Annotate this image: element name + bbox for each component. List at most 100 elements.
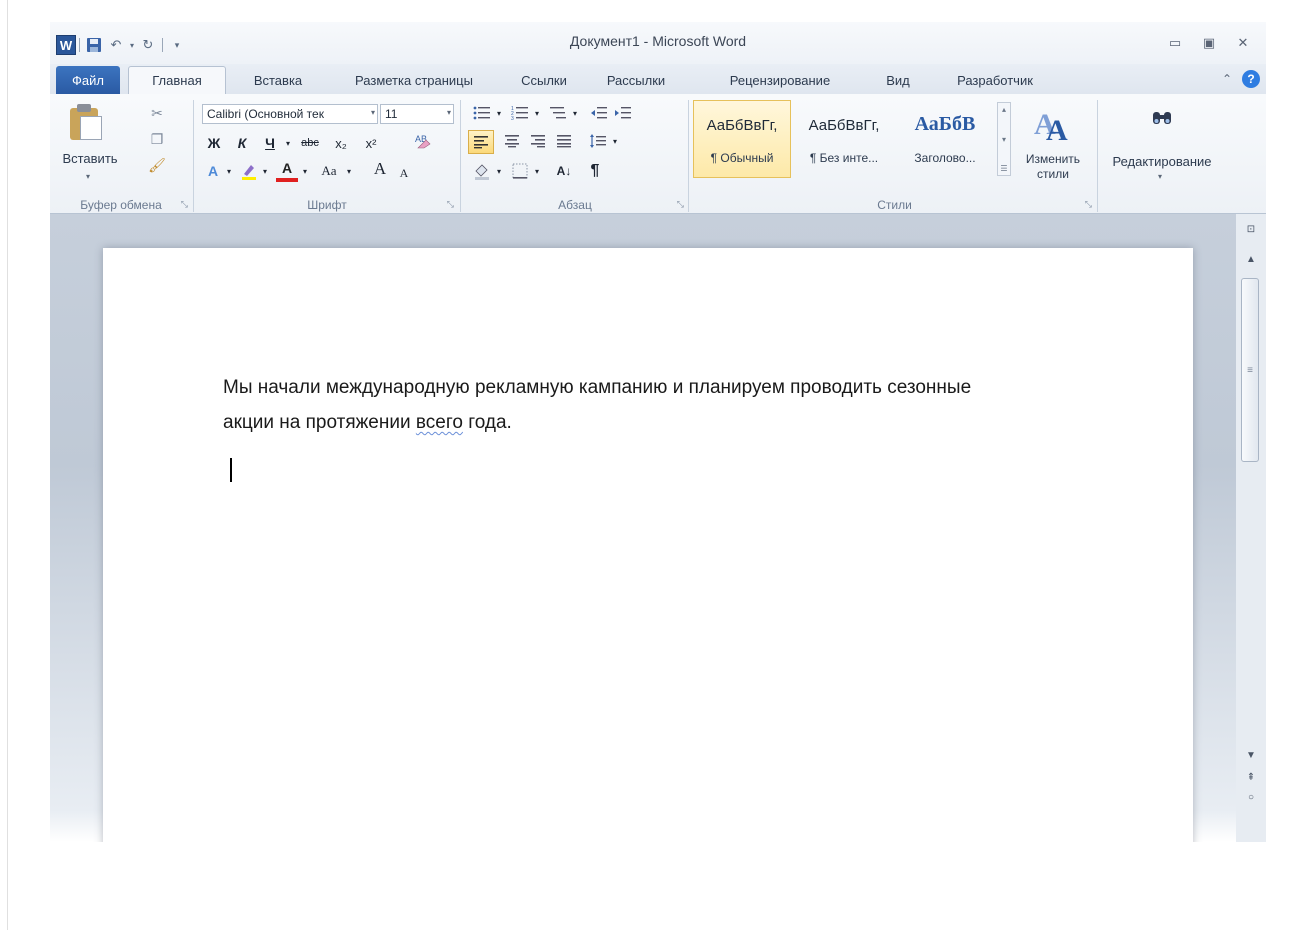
svg-text:3: 3 xyxy=(511,116,514,121)
chevron-down-icon[interactable]: ▾ xyxy=(494,102,504,124)
minimize-ribbon-icon[interactable]: ⌃ xyxy=(1222,72,1232,86)
underline-button[interactable]: Ч xyxy=(258,132,282,154)
chevron-down-icon[interactable]: ▾ xyxy=(282,132,294,154)
clear-formatting-icon[interactable]: AB xyxy=(410,130,436,152)
tab-insert[interactable]: Вставка xyxy=(238,66,318,94)
style-normal[interactable]: АаБбВвГг, ¶ Обычный xyxy=(693,100,791,178)
format-painter-icon[interactable]: 🖌 xyxy=(148,156,166,174)
clipboard-icon xyxy=(68,102,104,142)
cut-icon[interactable]: ✂ xyxy=(148,104,166,122)
font-color-icon[interactable]: A xyxy=(276,158,298,182)
editing-button[interactable]: Редактирование ▾ xyxy=(1100,98,1224,198)
chevron-down-icon[interactable]: ▾ xyxy=(532,160,542,182)
increase-indent-icon[interactable] xyxy=(612,102,634,124)
chevron-down-icon[interactable]: ▾ xyxy=(344,160,354,182)
scroll-down-icon[interactable]: ▼ xyxy=(1239,746,1263,764)
sort-button[interactable]: А↓ xyxy=(550,160,578,182)
chevron-down-icon[interactable]: ▾ xyxy=(610,130,620,152)
paragraph-line: акции на протяжении всего года. xyxy=(223,405,1123,440)
chevron-down-icon: ▾ xyxy=(370,108,375,117)
chevron-down-icon: ▾ xyxy=(446,108,451,117)
multilevel-list-icon[interactable] xyxy=(546,102,570,124)
chevron-down-icon[interactable]: ▾ xyxy=(1002,135,1006,144)
browse-object-icon[interactable]: ○ xyxy=(1239,788,1263,806)
shading-icon[interactable] xyxy=(470,160,494,182)
chevron-up-icon[interactable]: ▴ xyxy=(1002,105,1006,114)
chevron-down-icon[interactable]: ▾ xyxy=(494,160,504,182)
tab-page-layout[interactable]: Разметка страницы xyxy=(334,66,494,94)
align-center-icon[interactable] xyxy=(500,130,524,152)
paragraph-line: Мы начали международную рекламную кампан… xyxy=(223,377,972,398)
align-right-icon[interactable] xyxy=(526,130,550,152)
bold-button[interactable]: Ж xyxy=(202,132,226,154)
grow-font-button[interactable]: A xyxy=(368,158,392,180)
chevron-down-icon[interactable]: ▾ xyxy=(300,160,310,182)
tab-references[interactable]: Ссылки xyxy=(510,66,578,94)
ruler-toggle-icon[interactable]: ⊡ xyxy=(1239,220,1263,238)
close-button[interactable]: ✕ xyxy=(1226,32,1260,54)
styles-gallery-scroll[interactable]: ▴ ▾ ☰ xyxy=(997,102,1011,176)
group-editing: Редактирование ▾ xyxy=(1100,94,1230,214)
group-label-paragraph: Абзац xyxy=(558,198,592,212)
styles-launcher-icon[interactable]: ⤡ xyxy=(1085,199,1092,210)
more-icon[interactable]: ☰ xyxy=(1000,164,1007,173)
font-launcher-icon[interactable]: ⤡ xyxy=(447,199,454,210)
style-no-spacing[interactable]: АаБбВвГг, ¶ Без инте... xyxy=(794,100,894,178)
tab-home[interactable]: Главная xyxy=(128,66,226,94)
document-text[interactable]: Мы начали международную рекламную кампан… xyxy=(223,370,1123,440)
style-heading-1[interactable]: АаБбВ Заголово... xyxy=(896,100,994,178)
paste-label: Вставить xyxy=(62,151,118,166)
font-size-field[interactable]: 11 ▾ xyxy=(380,104,454,124)
clipboard-launcher-icon[interactable]: ⤡ xyxy=(181,199,188,210)
tab-review[interactable]: Рецензирование xyxy=(710,66,850,94)
previous-page-icon[interactable]: ⇞ xyxy=(1239,768,1263,786)
vertical-scrollbar[interactable]: ⊡ ▲ ≡ ▼ ⇞ ○ xyxy=(1236,214,1266,842)
subscript-button[interactable]: x₂ xyxy=(328,132,354,154)
tab-mailings[interactable]: Рассылки xyxy=(594,66,678,94)
text-effects-icon[interactable]: A xyxy=(202,160,224,182)
binoculars-icon xyxy=(1150,106,1174,130)
chevron-down-icon[interactable]: ▾ xyxy=(260,160,270,182)
editing-label: Редактирование xyxy=(1112,154,1212,169)
align-left-button[interactable] xyxy=(468,130,494,154)
style-sample: АаБбВ xyxy=(914,113,976,135)
show-marks-button[interactable]: ¶ xyxy=(582,160,608,182)
divider xyxy=(460,100,461,212)
borders-icon[interactable] xyxy=(508,160,532,182)
highlight-icon[interactable] xyxy=(238,160,260,182)
text-run: года. xyxy=(462,412,512,433)
divider xyxy=(1097,100,1098,212)
line-spacing-icon[interactable] xyxy=(586,130,610,152)
paste-button[interactable]: Вставить ▾ xyxy=(50,94,130,194)
numbering-icon[interactable]: 123 xyxy=(508,102,532,124)
strikethrough-button[interactable]: abc xyxy=(296,132,324,154)
ribbon: Вставить ▾ ✂ ❐ 🖌 Буфер обмена ⤡ Calibri … xyxy=(50,94,1266,214)
document-area: Мы начали международную рекламную кампан… xyxy=(50,214,1236,842)
spelling-flagged-word[interactable]: всего xyxy=(416,412,463,433)
shrink-font-button[interactable]: A xyxy=(394,162,414,184)
change-styles-button[interactable]: AA Изменить стили xyxy=(1014,96,1092,192)
chevron-down-icon[interactable]: ▾ xyxy=(224,160,234,182)
paragraph-launcher-icon[interactable]: ⤡ xyxy=(677,199,684,210)
minimize-button[interactable]: ▭ xyxy=(1158,32,1192,54)
italic-button[interactable]: К xyxy=(230,132,254,154)
tab-file[interactable]: Файл xyxy=(56,66,120,94)
group-font: Calibri (Основной тек ▾ 11 ▾ Ж К Ч ▾ abc… xyxy=(196,94,458,214)
copy-icon[interactable]: ❐ xyxy=(148,130,166,148)
scroll-thumb[interactable]: ≡ xyxy=(1241,278,1259,462)
style-name: ¶ Без инте... xyxy=(809,151,879,165)
tab-view[interactable]: Вид xyxy=(870,66,926,94)
help-icon[interactable]: ? xyxy=(1242,70,1260,88)
justify-icon[interactable] xyxy=(552,130,576,152)
scroll-up-icon[interactable]: ▲ xyxy=(1239,250,1263,268)
decrease-indent-icon[interactable] xyxy=(588,102,610,124)
chevron-down-icon[interactable]: ▾ xyxy=(570,102,580,124)
bullets-icon[interactable] xyxy=(470,102,494,124)
superscript-button[interactable]: x² xyxy=(358,132,384,154)
tab-developer[interactable]: Разработчик xyxy=(940,66,1050,94)
maximize-button[interactable]: ▣ xyxy=(1192,32,1226,54)
change-case-button[interactable]: Aa xyxy=(314,160,344,182)
document-page[interactable]: Мы начали международную рекламную кампан… xyxy=(103,248,1193,842)
font-name-field[interactable]: Calibri (Основной тек ▾ xyxy=(202,104,378,124)
chevron-down-icon[interactable]: ▾ xyxy=(532,102,542,124)
